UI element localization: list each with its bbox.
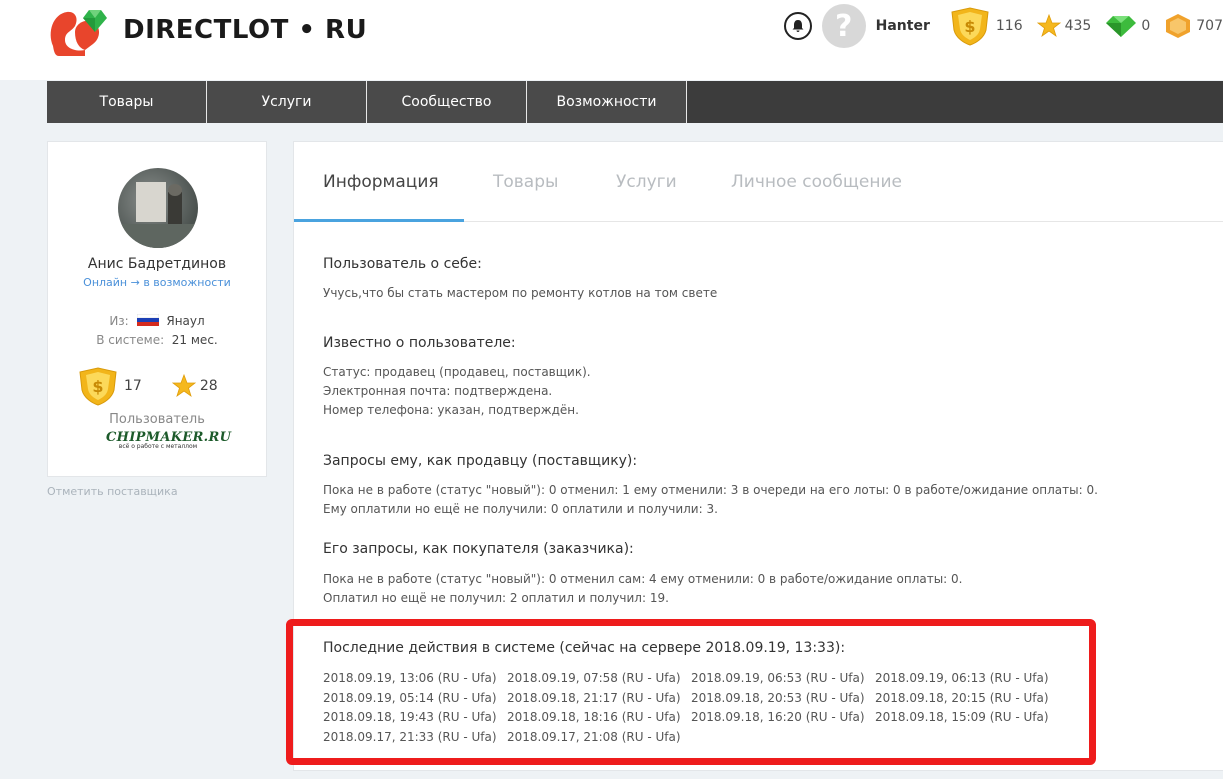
- activity-log-list: 2018.09.19, 13:06 (RU - Ufa) 2018.09.19,…: [323, 669, 1059, 747]
- profile-online-status[interactable]: Онлайн → в возможности: [48, 276, 266, 289]
- profile-badge-value: 17: [124, 378, 142, 394]
- log-entry: 2018.09.19, 06:53 (RU - Ufa): [691, 671, 865, 685]
- stat-stars-value: 435: [1064, 18, 1092, 34]
- membership-label: В системе:: [96, 333, 165, 347]
- nav-item-community[interactable]: Сообщество: [367, 81, 527, 123]
- green-gem-icon: [1106, 16, 1137, 37]
- membership-value: 21 мес.: [171, 333, 218, 347]
- log-entry: 2018.09.18, 21:17 (RU - Ufa): [507, 690, 681, 705]
- site-header: DIRECTLOT • RU ? Hanter $ 116 435 0 707: [0, 0, 1223, 80]
- log-entry: 2018.09.18, 18:16 (RU - Ufa): [507, 710, 681, 724]
- logo[interactable]: DIRECTLOT • RU: [45, 0, 367, 60]
- svg-text:$: $: [92, 377, 103, 396]
- profile-membership: В системе: 21 мес.: [48, 333, 266, 347]
- stat-balance[interactable]: $ 116: [948, 6, 1023, 46]
- known-details: Статус: продавец (продавец, поставщик). …: [323, 363, 591, 420]
- seller-line: Пока не в работе (статус "новый"): 0 отм…: [323, 483, 1098, 497]
- tab-products[interactable]: Товары: [493, 172, 558, 192]
- log-entry: 2018.09.19, 13:06 (RU - Ufa): [323, 671, 497, 685]
- header-user-panel: ? Hanter $ 116 435 0 707: [783, 4, 1223, 48]
- chipmaker-logo[interactable]: CHIPMAKER.RU всё о работе с металлом: [106, 430, 231, 454]
- buyer-line: Пока не в работе (статус "новый"): 0 отм…: [323, 572, 963, 586]
- tab-services[interactable]: Услуги: [616, 172, 677, 192]
- log-entry: 2018.09.17, 21:33 (RU - Ufa): [323, 729, 497, 744]
- profile-name: Анис Бадретдинов: [87, 256, 227, 272]
- stat-balance-value: 116: [995, 18, 1023, 34]
- nav-item-features[interactable]: Возможности: [527, 81, 687, 123]
- profile-star-value: 28: [199, 378, 218, 394]
- log-entry: 2018.09.19, 07:58 (RU - Ufa): [507, 671, 681, 685]
- known-line: Номер телефона: указан, подтверждён.: [323, 403, 579, 417]
- stat-green-gems-value: 0: [1141, 18, 1151, 34]
- profile-location: Из: Янаул: [48, 314, 266, 328]
- profile-info-panel: Информация Товары Услуги Личное сообщени…: [286, 141, 1223, 771]
- log-entry: 2018.09.18, 19:43 (RU - Ufa): [323, 710, 497, 724]
- tab-info[interactable]: Информация: [323, 172, 439, 192]
- activity-log-title: Последние действия в системе (сейчас на …: [323, 640, 846, 656]
- main-nav: Товары Услуги Сообщество Возможности: [47, 81, 1223, 123]
- tab-private-message[interactable]: Личное сообщение: [731, 172, 902, 192]
- log-entry: 2018.09.19, 05:14 (RU - Ufa): [323, 690, 497, 705]
- star-icon: [171, 374, 196, 398]
- squirrel-logo-icon: [50, 10, 107, 57]
- log-entry: 2018.09.19, 06:13 (RU - Ufa): [875, 671, 1049, 685]
- stat-stars[interactable]: 435: [1036, 14, 1092, 38]
- profile-badges: $ 17 28: [76, 366, 218, 406]
- log-entry: 2018.09.18, 16:20 (RU - Ufa): [691, 710, 865, 724]
- username[interactable]: Hanter: [876, 18, 930, 34]
- known-title: Известно о пользователе:: [323, 335, 516, 351]
- chipmaker-subtitle: всё о работе с металлом: [118, 443, 198, 450]
- buyer-line: Оплатил но ещё не получил: 2 оплатил и п…: [323, 591, 669, 605]
- seller-line: Ему оплатили но ещё не получили: 0 оплат…: [323, 502, 718, 516]
- orange-gem-icon: [1166, 14, 1191, 38]
- known-line: Статус: продавец (продавец, поставщик).: [323, 365, 591, 379]
- seller-requests-title: Запросы ему, как продавцу (поставщику):: [323, 453, 638, 469]
- profile-tabs: Информация Товары Услуги Личное сообщени…: [294, 142, 1223, 222]
- report-supplier-link[interactable]: Отметить поставщика: [47, 485, 178, 498]
- star-icon: [1036, 14, 1061, 38]
- user-avatar[interactable]: ?: [821, 4, 866, 48]
- stat-green-gems[interactable]: 0: [1105, 14, 1150, 38]
- svg-text:$: $: [964, 17, 975, 36]
- buyer-requests-title: Его запросы, как покупателя (заказчика):: [323, 541, 634, 557]
- active-tab-indicator: [294, 219, 464, 222]
- stat-orange-gems[interactable]: 707: [1164, 13, 1223, 39]
- logo-text: DIRECTLOT • RU: [123, 15, 368, 45]
- nav-item-services[interactable]: Услуги: [207, 81, 367, 123]
- seller-requests-details: Пока не в работе (статус "новый"): 0 отм…: [323, 481, 1098, 519]
- shield-dollar-icon: $: [79, 367, 117, 406]
- log-entry: 2018.09.17, 21:08 (RU - Ufa): [507, 729, 681, 744]
- stat-orange-gems-value: 707: [1196, 18, 1223, 34]
- location-label: Из:: [109, 314, 129, 328]
- log-entry: 2018.09.18, 20:53 (RU - Ufa): [691, 690, 865, 705]
- log-entry: 2018.09.18, 15:09 (RU - Ufa): [875, 710, 1049, 724]
- location-value: Янаул: [166, 314, 205, 328]
- profile-card: Анис Бадретдинов Онлайн → в возможности …: [47, 141, 267, 477]
- about-title: Пользователь о себе:: [323, 256, 482, 272]
- shield-dollar-icon: $: [951, 7, 989, 46]
- about-text: Учусь,что бы стать мастером по ремонту к…: [323, 286, 718, 300]
- buyer-requests-details: Пока не в работе (статус "новый"): 0 отм…: [323, 570, 963, 608]
- known-line: Электронная почта: подтверждена.: [323, 384, 553, 398]
- notifications-bell-icon[interactable]: [783, 12, 812, 40]
- russia-flag-icon: [136, 314, 159, 326]
- nav-item-products[interactable]: Товары: [47, 81, 207, 123]
- profile-role: Пользователь: [109, 412, 205, 427]
- profile-avatar[interactable]: [118, 168, 198, 248]
- log-entry: 2018.09.18, 20:15 (RU - Ufa): [875, 690, 1049, 705]
